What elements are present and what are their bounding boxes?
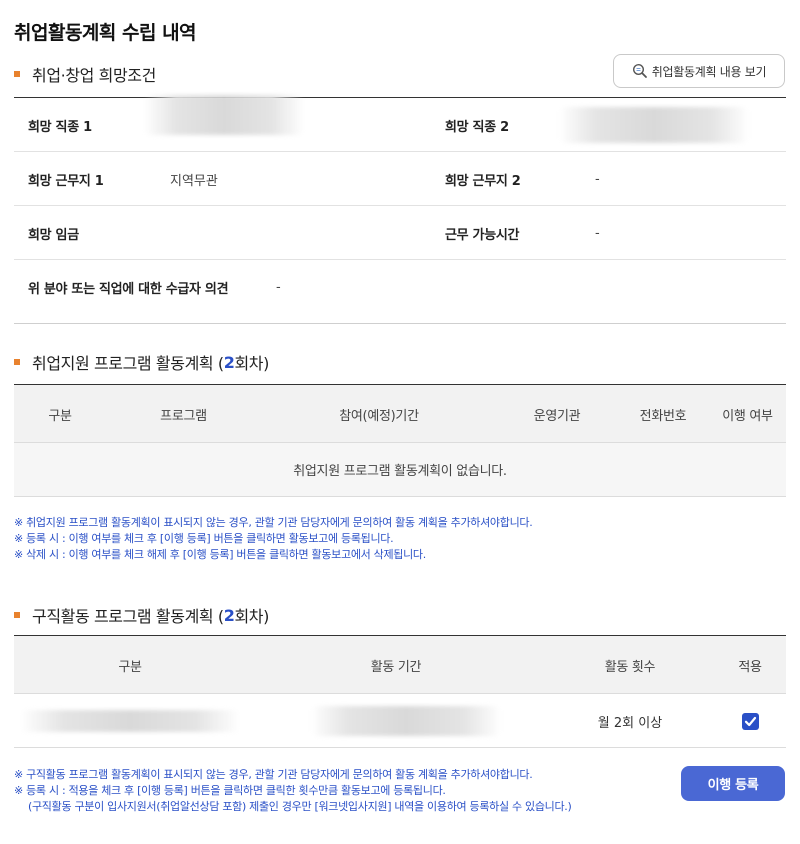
program-title-prefix: 취업지원 프로그램 활동계획 ( xyxy=(32,354,224,373)
note-line: ※ 등록 시 : 이행 여부를 체크 후 [이행 등록] 버튼을 클릭하면 활동… xyxy=(14,532,394,545)
col-header: 전화번호 xyxy=(639,408,687,424)
hope-conditions-table: 희망 직종 1 희망 직종 2 희망 근무지 1 지역무관 희망 근무지 2 -… xyxy=(14,95,786,324)
col-header: 구분 xyxy=(118,659,142,675)
program-round: 2 xyxy=(223,352,235,372)
redacted-value xyxy=(311,706,501,736)
checkmark-icon xyxy=(744,716,756,726)
page-title: 취업활동계획 수립 내역 xyxy=(14,22,197,44)
note-line: ※ 삭제 시 : 이행 여부를 체크 해제 후 [이행 등록] 버튼을 클릭하면… xyxy=(14,548,426,561)
opinion-value: - xyxy=(276,279,281,295)
redacted-value xyxy=(144,95,304,135)
col-header: 구분 xyxy=(48,408,72,424)
section-bullet-icon xyxy=(14,71,20,77)
hope-row: 위 분야 또는 직업에 대한 수급자 의견 - xyxy=(14,260,786,323)
hope-row: 희망 임금 근무 가능시간 - xyxy=(14,206,786,260)
hope-job-1-label: 희망 직종 1 xyxy=(28,119,92,135)
job-search-table-header: 구분 활동 기간 활동 횟수 적용 xyxy=(14,636,786,694)
job-search-round: 2 xyxy=(223,605,235,625)
view-plan-button-label: 취업활동계획 내용 보기 xyxy=(651,64,767,79)
program-table-header: 구분 프로그램 참여(예정)기간 운영기관 전화번호 이행 여부 xyxy=(14,385,786,443)
col-header: 적용 xyxy=(738,659,762,675)
hope-job-1-value xyxy=(144,95,304,152)
submit-activity-button[interactable]: 이행 등록 xyxy=(681,766,785,801)
program-empty-message: 취업지원 프로그램 활동계획이 없습니다. xyxy=(14,443,786,497)
note-line: ※ 취업지원 프로그램 활동계획이 표시되지 않는 경우, 관할 기관 담당자에… xyxy=(14,516,533,529)
note-line: ※ 구직활동 프로그램 활동계획이 표시되지 않는 경우, 관할 기관 담당자에… xyxy=(14,768,533,781)
redacted-value xyxy=(20,710,240,732)
hope-job-2-value xyxy=(559,98,749,152)
section-bullet-icon xyxy=(14,359,20,365)
hope-job-2-label: 희망 직종 2 xyxy=(445,119,509,135)
program-section-title: 취업지원 프로그램 활동계획 (2 회차) xyxy=(14,350,269,374)
section-bullet-icon xyxy=(14,612,20,618)
hope-location-2-label: 희망 근무지 2 xyxy=(445,173,521,189)
hope-location-1-value: 지역무관 xyxy=(170,173,218,189)
note-line: (구직활동 구분이 입사지원서(취업알선상담 포함) 제출인 경우만 [워크넷입… xyxy=(28,800,572,813)
col-header: 활동 기간 xyxy=(370,659,422,675)
col-header: 활동 횟수 xyxy=(604,659,656,675)
work-hours-label: 근무 가능시간 xyxy=(445,227,520,243)
hope-row: 희망 직종 1 희망 직종 2 xyxy=(14,95,786,152)
hope-row: 희망 근무지 1 지역무관 희망 근무지 2 - xyxy=(14,152,786,206)
opinion-label: 위 분야 또는 직업에 대한 수급자 의견 xyxy=(28,281,229,297)
job-search-type xyxy=(14,694,246,748)
note-line: ※ 등록 시 : 적용을 체크 후 [이행 등록] 버튼을 클릭하면 클릭한 횟… xyxy=(14,784,446,797)
col-header: 프로그램 xyxy=(160,408,207,424)
table-row: 월 2회 이상 xyxy=(14,694,786,748)
program-notes: ※ 취업지원 프로그램 활동계획이 표시되지 않는 경우, 관할 기관 담당자에… xyxy=(14,515,533,563)
job-search-section-title: 구직활동 프로그램 활동계획 (2 회차) xyxy=(14,603,269,627)
job-search-count: 월 2회 이상 xyxy=(597,715,663,731)
work-hours-value: - xyxy=(595,225,600,241)
job-search-period xyxy=(246,694,546,748)
search-document-icon xyxy=(632,63,647,78)
program-title-suffix: 회차) xyxy=(234,354,269,373)
view-plan-button[interactable]: 취업활동계획 내용 보기 xyxy=(613,54,785,88)
col-header: 참여(예정)기간 xyxy=(339,408,419,424)
program-table: 구분 프로그램 참여(예정)기간 운영기관 전화번호 이행 여부 취업지원 프로… xyxy=(14,384,786,497)
job-search-table: 구분 활동 기간 활동 횟수 적용 월 2회 이상 xyxy=(14,635,786,748)
hope-location-2-value: - xyxy=(595,171,600,187)
apply-checkbox[interactable] xyxy=(741,712,759,730)
hope-section-title: 취업·창업 희망조건 xyxy=(14,62,156,86)
job-search-apply-cell xyxy=(714,694,786,748)
hope-wage-label: 희망 임금 xyxy=(28,227,79,243)
redacted-value xyxy=(559,107,749,143)
col-header: 운영기관 xyxy=(533,408,581,424)
job-search-title-prefix: 구직활동 프로그램 활동계획 ( xyxy=(32,607,224,626)
hope-section-title-text: 취업·창업 희망조건 xyxy=(32,66,156,85)
job-search-notes: ※ 구직활동 프로그램 활동계획이 표시되지 않는 경우, 관할 기관 담당자에… xyxy=(14,767,572,815)
col-header: 이행 여부 xyxy=(722,408,773,424)
hope-location-1-label: 희망 근무지 1 xyxy=(28,173,104,189)
job-search-title-suffix: 회차) xyxy=(234,607,269,626)
